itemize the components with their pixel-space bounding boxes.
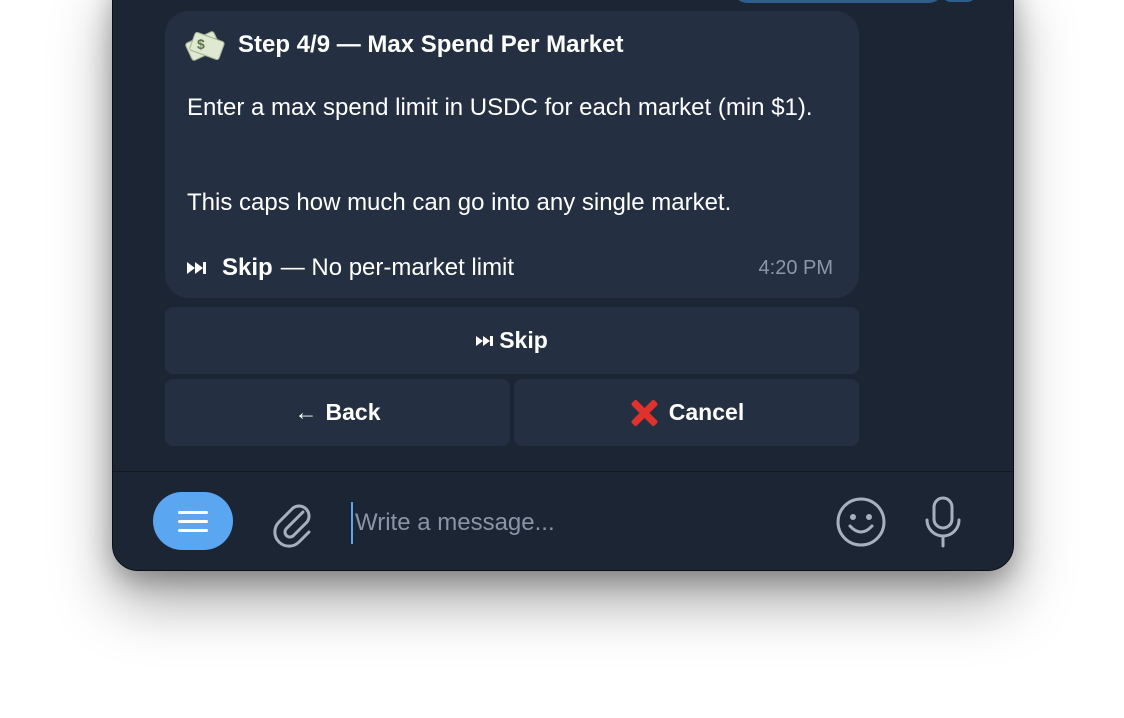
- back-button[interactable]: ← Back: [165, 379, 510, 446]
- back-button-label: Back: [325, 399, 381, 425]
- skip-hint-desc: — No per-market limit: [280, 254, 515, 281]
- menu-icon-line: [178, 519, 208, 523]
- previous-outgoing-bubble: [733, 0, 943, 3]
- skip-button-label: Skip: [499, 327, 548, 353]
- menu-icon-line: [178, 510, 208, 514]
- paperclip-icon[interactable]: [269, 496, 317, 548]
- message-skip-hint: Skip — No per-market limit: [187, 251, 514, 285]
- menu-button[interactable]: [153, 492, 233, 550]
- next-track-icon: [476, 335, 494, 346]
- message-title: $ Step 4/9 — Max Spend Per Market: [184, 29, 624, 62]
- cross-mark-icon: [629, 398, 659, 428]
- message-composer: [113, 471, 1013, 570]
- bubble-tail: [941, 0, 977, 2]
- bot-message-bubble: $ Step 4/9 — Max Spend Per Market Enter …: [165, 11, 859, 298]
- message-timestamp: 4:20 PM: [758, 257, 833, 279]
- skip-button[interactable]: Skip: [165, 307, 859, 374]
- skip-hint-label: Skip: [222, 254, 273, 281]
- arrow-left-icon: ←: [294, 399, 318, 425]
- cancel-button-label: Cancel: [668, 399, 745, 425]
- message-explanation: This caps how much can go into any singl…: [187, 189, 732, 216]
- cancel-button[interactable]: Cancel: [514, 379, 859, 446]
- next-track-icon: [187, 262, 206, 274]
- menu-icon-line: [178, 528, 208, 532]
- chat-window: $ Step 4/9 — Max Spend Per Market Enter …: [112, 0, 1014, 571]
- message-title-text: Step 4/9 — Max Spend Per Market: [238, 31, 624, 58]
- money-with-wings-icon: $: [184, 30, 226, 62]
- message-instruction: Enter a max spend limit in USDC for each…: [187, 94, 813, 121]
- microphone-icon[interactable]: [921, 494, 965, 550]
- smiley-icon[interactable]: [835, 496, 887, 548]
- message-input[interactable]: [351, 502, 797, 544]
